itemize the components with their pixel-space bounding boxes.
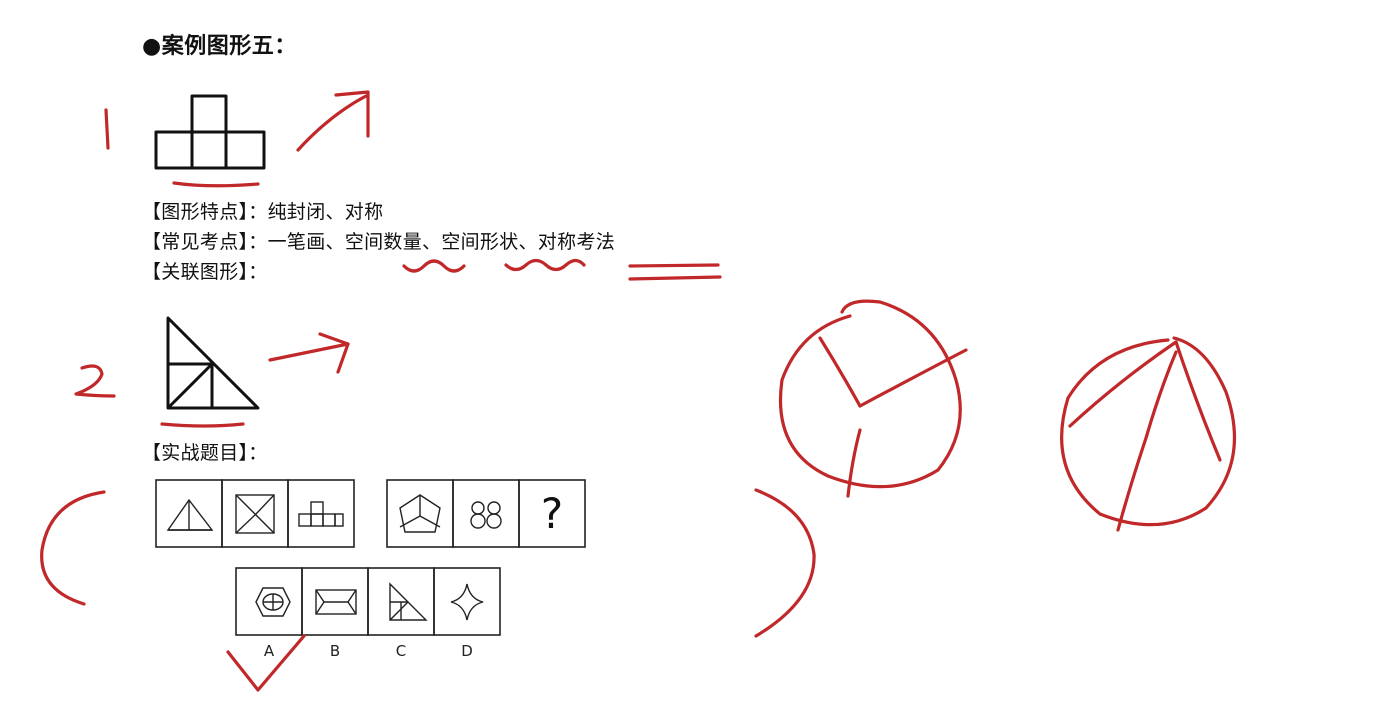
arrow-2 [268, 342, 350, 362]
right-bracket [754, 488, 816, 638]
circle-sketch-1 [778, 299, 962, 489]
handwritten-one [104, 108, 110, 150]
handwritten-two [74, 364, 116, 398]
check-mark [226, 634, 306, 692]
left-bracket [40, 490, 106, 606]
red-annotations [40, 90, 1237, 692]
arrow-1 [296, 94, 368, 152]
